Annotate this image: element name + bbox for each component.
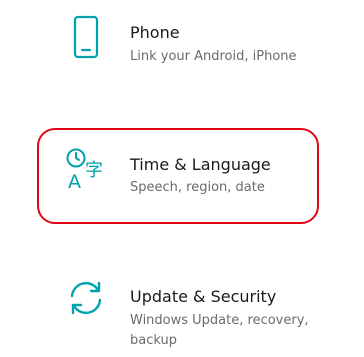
settings-tile-time-language[interactable]: A 字 Time & Language Speech, region, date — [0, 128, 364, 224]
tile-description: Windows Update, recovery, backup — [130, 313, 309, 348]
svg-text:A: A — [68, 171, 81, 190]
phone-icon — [73, 15, 99, 59]
cjk-glyph: 字 — [85, 160, 103, 181]
settings-tile-phone[interactable]: Phone Link your Android, iPhone — [0, 0, 364, 100]
tile-description: Speech, region, date — [130, 180, 265, 195]
update-sync-icon — [70, 281, 102, 315]
tile-title: Phone — [130, 23, 180, 42]
tile-title: Update & Security — [130, 287, 277, 306]
settings-page: Phone Link your Android, iPhone A 字 Time… — [0, 0, 364, 357]
tile-description: Link your Android, iPhone — [130, 49, 297, 64]
settings-tile-update-security[interactable]: Update & Security Windows Update, recove… — [0, 270, 364, 357]
time-language-icon: A 字 — [66, 148, 103, 190]
tile-title: Time & Language — [130, 155, 271, 174]
